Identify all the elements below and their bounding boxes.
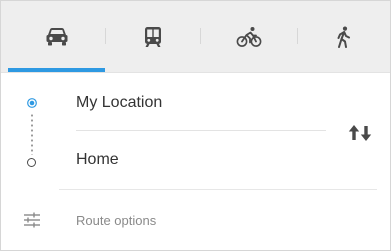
tab-transit[interactable] bbox=[106, 1, 200, 72]
route-connector-dots bbox=[31, 113, 33, 155]
swap-arrows-icon[interactable] bbox=[346, 122, 374, 144]
car-icon bbox=[46, 27, 67, 45]
transit-icon bbox=[145, 26, 161, 47]
destination-field[interactable]: Home bbox=[76, 151, 119, 169]
directions-panel: My Location Home Route options bbox=[0, 0, 391, 251]
route-options-button[interactable]: Route options bbox=[1, 191, 390, 250]
tab-bicycling[interactable] bbox=[201, 1, 297, 72]
section-divider bbox=[59, 189, 377, 190]
route-options-label: Route options bbox=[76, 213, 157, 228]
origin-field[interactable]: My Location bbox=[76, 94, 162, 112]
my-location-icon bbox=[27, 98, 37, 108]
route-inputs: My Location Home bbox=[1, 73, 390, 189]
tab-walking[interactable] bbox=[298, 1, 390, 72]
travel-mode-tabs bbox=[1, 1, 390, 72]
destination-marker-icon bbox=[27, 158, 36, 167]
sliders-icon bbox=[24, 212, 40, 228]
field-divider bbox=[76, 130, 326, 131]
tab-driving[interactable] bbox=[8, 1, 105, 72]
walking-icon bbox=[337, 26, 350, 48]
bicycle-icon bbox=[236, 26, 262, 47]
